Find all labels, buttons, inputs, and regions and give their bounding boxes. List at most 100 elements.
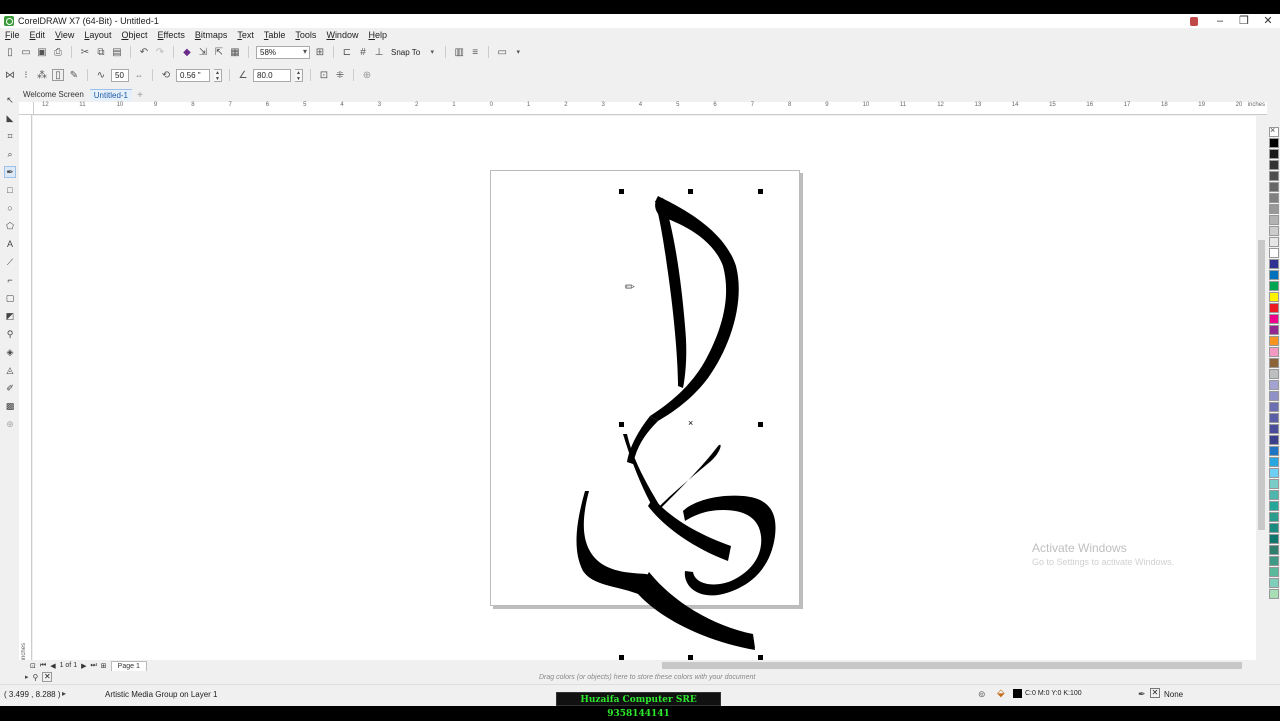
menu-bitmaps[interactable]: Bitmaps <box>190 30 233 40</box>
smoothing-input[interactable]: 50 <box>111 68 129 82</box>
print-icon[interactable]: ⎙ <box>52 46 64 58</box>
search-content-icon[interactable]: ◆ <box>181 46 193 58</box>
nib-angle-icon[interactable]: ∠ <box>237 69 249 81</box>
artistic-media-tool-icon[interactable]: ✒ <box>4 166 16 178</box>
rectangle-tool-icon[interactable]: □ <box>4 184 16 196</box>
no-outline-icon[interactable]: ✕ <box>1150 688 1160 698</box>
calligraphic-icon[interactable]: ▯ <box>52 69 64 81</box>
selection-handle[interactable] <box>758 189 763 194</box>
polygon-tool-icon[interactable]: ⬠ <box>4 220 16 232</box>
stroke-width-input[interactable]: 0.56 " <box>176 68 210 82</box>
next-page-icon[interactable]: ▶ <box>81 662 86 670</box>
fill-color-swatch[interactable] <box>1013 689 1022 698</box>
color-swatch[interactable] <box>1269 588 1279 599</box>
zoom-tool-icon[interactable]: ⌕ <box>4 148 16 160</box>
copy-icon[interactable]: ⧉ <box>95 46 107 58</box>
application-launcher-icon[interactable]: ≡ <box>469 46 481 58</box>
add-page-icon[interactable]: ⊞ <box>101 662 107 670</box>
color-swatch[interactable] <box>1269 258 1279 269</box>
color-swatch[interactable] <box>1269 511 1279 522</box>
color-swatch[interactable] <box>1269 247 1279 258</box>
drawing-canvas[interactable]: × ✎ <box>33 116 1256 660</box>
selection-handle[interactable] <box>619 655 624 660</box>
outline-pen-status-icon[interactable]: ✒ <box>1138 689 1146 700</box>
selection-handle[interactable] <box>619 189 624 194</box>
close-button[interactable]: ✕ <box>1262 14 1274 28</box>
menu-table[interactable]: Table <box>259 30 291 40</box>
smart-fill-tool-icon[interactable]: ◬ <box>4 364 16 376</box>
options-icon[interactable]: ▥ <box>453 46 465 58</box>
transparency-icon[interactable]: ⁜ <box>334 69 346 81</box>
export-icon[interactable]: ⇱ <box>213 46 225 58</box>
color-swatch[interactable] <box>1269 203 1279 214</box>
page-options-icon[interactable]: ⊡ <box>30 662 36 670</box>
menu-view[interactable]: View <box>50 30 79 40</box>
color-swatch[interactable] <box>1269 401 1279 412</box>
color-swatch[interactable] <box>1269 214 1279 225</box>
calligraphy-artwork[interactable] <box>33 116 1256 660</box>
color-swatch[interactable] <box>1269 324 1279 335</box>
menu-text[interactable]: Text <box>232 30 259 40</box>
welcome-screen-icon[interactable]: ▭ <box>496 46 508 58</box>
color-swatch[interactable] <box>1269 302 1279 313</box>
snap-dropdown-arrow-icon[interactable]: ▾ <box>426 46 438 58</box>
no-color-swatch[interactable] <box>1269 125 1279 137</box>
color-swatch[interactable] <box>1269 522 1279 533</box>
color-swatch[interactable] <box>1269 434 1279 445</box>
status-arrow-icon[interactable]: ▸ <box>62 689 66 698</box>
show-guidelines-icon[interactable]: ⊥ <box>373 46 385 58</box>
menu-help[interactable]: Help <box>363 30 392 40</box>
open-folder-icon[interactable]: ▭ <box>20 46 32 58</box>
restore-button[interactable]: ❐ <box>1238 14 1250 28</box>
pick-tool-icon[interactable]: ↖ <box>4 94 16 106</box>
page-tab[interactable]: Page 1 <box>110 660 147 671</box>
color-swatch[interactable] <box>1269 170 1279 181</box>
welcome-dropdown-arrow-icon[interactable]: ▾ <box>512 46 524 58</box>
selection-handle[interactable] <box>619 422 624 427</box>
stroke-width-icon[interactable]: ⟲ <box>160 69 172 81</box>
color-swatch[interactable] <box>1269 445 1279 456</box>
color-swatch[interactable] <box>1269 500 1279 511</box>
color-swatch[interactable] <box>1269 335 1279 346</box>
tab-untitled-1[interactable]: Untitled-1 <box>89 89 133 101</box>
preset-icon[interactable]: ⋈ <box>4 69 16 81</box>
color-swatch[interactable] <box>1269 313 1279 324</box>
fill-bucket-icon[interactable]: ⬙ <box>997 688 1005 699</box>
vertical-scroll-thumb[interactable] <box>1258 240 1265 530</box>
color-swatch[interactable] <box>1269 555 1279 566</box>
nib-angle-spinner[interactable]: ▲ ▼ <box>295 68 303 82</box>
color-settings-icon[interactable]: ⊚ <box>978 689 986 700</box>
quick-customize-icon[interactable]: ⊕ <box>361 69 373 81</box>
tab-welcome-screen[interactable]: Welcome Screen <box>19 89 88 101</box>
color-swatch[interactable] <box>1269 137 1279 148</box>
color-swatch[interactable] <box>1269 544 1279 555</box>
color-swatch[interactable] <box>1269 412 1279 423</box>
color-swatch[interactable] <box>1269 192 1279 203</box>
undo-icon[interactable]: ↶ <box>138 46 150 58</box>
menu-tools[interactable]: Tools <box>290 30 321 40</box>
first-page-icon[interactable]: ⏮ <box>40 662 46 670</box>
selection-handle[interactable] <box>758 422 763 427</box>
no-color-swatch-icon[interactable]: ✕ <box>42 672 53 682</box>
interactive-fill-tool-icon[interactable]: ◈ <box>4 346 16 358</box>
crop-tool-icon[interactable]: ⌗ <box>4 130 16 142</box>
menu-layout[interactable]: Layout <box>79 30 116 40</box>
import-icon[interactable]: ⇲ <box>197 46 209 58</box>
drop-shadow-tool-icon[interactable]: ▢ <box>4 292 16 304</box>
connector-tool-icon[interactable]: ⌐ <box>4 274 16 286</box>
last-page-icon[interactable]: ⏭ <box>90 662 96 670</box>
palette-expand-icon[interactable]: ▸ <box>25 673 29 681</box>
minimize-button[interactable]: – <box>1214 14 1226 28</box>
color-eyedropper-tool-icon[interactable]: ⚲ <box>4 328 16 340</box>
paste-icon[interactable]: ▤ <box>111 46 123 58</box>
horizontal-scrollbar[interactable] <box>654 660 1256 671</box>
nib-angle-input[interactable]: 80.0 <box>253 68 291 82</box>
show-rulers-icon[interactable]: ⊏ <box>341 46 353 58</box>
color-swatch[interactable] <box>1269 379 1279 390</box>
publish-pdf-icon[interactable]: ▦ <box>229 46 241 58</box>
object-properties-icon[interactable]: ⊡ <box>318 69 330 81</box>
color-swatch[interactable] <box>1269 280 1279 291</box>
transparency-tool-icon[interactable]: ◩ <box>4 310 16 322</box>
text-tool-icon[interactable]: A <box>4 238 16 250</box>
smoothing-slider-icon[interactable]: ⇔ <box>133 69 145 81</box>
